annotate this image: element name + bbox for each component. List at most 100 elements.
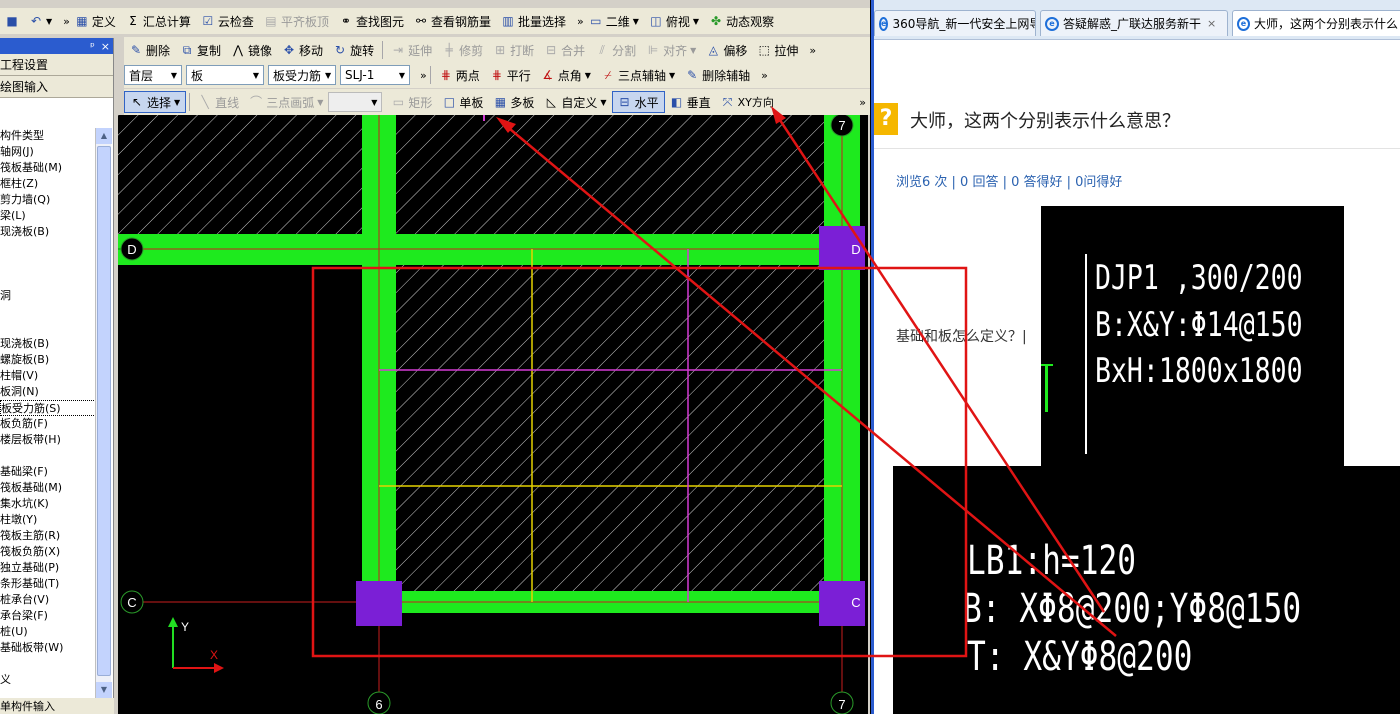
tree-item[interactable] [0,320,96,336]
element-type-select[interactable]: 板 ▼ [186,65,264,85]
tree-item[interactable]: 柱帽(V) [0,368,96,384]
flat-board-top-button[interactable]: ▤ 平齐板顶 [259,10,334,32]
trim-button[interactable]: ╪ 修剪 [437,39,488,61]
tree-item[interactable]: 集水坑(K) [0,496,96,512]
category-select[interactable]: 板受力筋 ▼ [268,65,336,85]
tree-item[interactable] [0,256,96,272]
break-button[interactable]: ⊞ 打断 [488,39,539,61]
tree-item[interactable]: 基础梁(F) [0,464,96,480]
tree-item[interactable] [0,448,96,464]
scroll-up-button[interactable]: ▲ [96,128,112,144]
browser-tab-glodon[interactable]: e 答疑解惑_广联达服务新干 × [1040,10,1228,36]
select-button[interactable]: ↖ 选择 ▼ [124,91,187,113]
offset-button[interactable]: ◬ 偏移 [701,39,752,61]
drawing-input-section[interactable]: 绘图输入 [0,76,113,98]
attached-image-slab[interactable]: LB1:h=120 B: XΦ8@200;YΦ8@150 T: X&YΦ8@20… [893,466,1400,714]
find-element-button[interactable]: ⚭ 查找图元 [334,10,409,32]
tree-item[interactable]: 桩承台(V) [0,592,96,608]
tree-item[interactable]: 现浇板(B) [0,336,96,352]
pin-button[interactable]: ᵖ [90,40,95,53]
define-button[interactable]: ▦ 定义 [70,10,121,32]
slab-main[interactable] [396,265,824,591]
extend-button[interactable]: ⇥ 延伸 [386,39,437,61]
toolbar-more-button-4[interactable]: » [420,69,427,82]
project-settings-section[interactable]: 工程设置 [0,54,113,76]
toolbar-more-button-3[interactable]: » [809,44,816,57]
toolbar-more-button-5[interactable]: » [761,69,768,82]
tree-item[interactable]: 剪力墙(Q) [0,192,96,208]
toolbar-more-button-6[interactable]: » [859,96,866,109]
tree-item[interactable] [0,304,96,320]
align-dropdown[interactable]: ⊫ 对齐 ▼ [641,39,701,61]
single-board-button[interactable]: □ 单板 [437,91,488,113]
floor-select[interactable]: 首层 ▼ [124,65,182,85]
slab-top-left[interactable] [118,115,362,234]
rotate-button[interactable]: ↻ 旋转 [328,39,379,61]
line-button[interactable]: ╲ 直线 [193,91,244,113]
delete-button[interactable]: ✎ 删除 [124,39,175,61]
sum-calc-button[interactable]: Σ 汇总计算 [121,10,196,32]
tree-item[interactable]: 楼层板带(H) [0,432,96,448]
tab-close-icon[interactable]: × [1207,17,1216,30]
tree-item[interactable]: 桩(U) [0,624,96,640]
element-name-select[interactable]: SLJ-1 ▼ [340,65,410,85]
merge-button[interactable]: ⊟ 合并 [539,39,590,61]
view-2d-dropdown[interactable]: ▭ 二维 ▼ [584,10,644,32]
browser-tab-360[interactable]: e 360导航_新一代安全上网导 × [874,10,1036,36]
scroll-thumb[interactable] [97,146,111,676]
scroll-down-button[interactable]: ▼ [96,682,112,698]
tree-item[interactable]: 洞 [0,288,96,304]
tree-item[interactable]: 板负筋(F) [0,416,96,432]
tree-item[interactable]: 筏板基础(M) [0,480,96,496]
tree-item[interactable]: 独立基础(P) [0,560,96,576]
dynamic-view-button[interactable]: ✤ 动态观察 [704,10,779,32]
tree-item[interactable]: 条形基础(T) [0,576,96,592]
tree-item[interactable]: 螺旋板(B) [0,352,96,368]
attached-image-foundation[interactable]: DJP1 ,300/200 B:X&Y:Φ14@150 BxH:1800x180… [1041,206,1344,468]
drawing-canvas[interactable]: D C D C 6 7 7 Y X [118,113,868,714]
panel-close-button[interactable]: × [101,40,110,53]
arc-dropdown[interactable]: ⌒ 三点画弧 ▼ [244,91,328,113]
drawing-svg[interactable]: D C D C 6 7 7 Y X [118,113,868,714]
view-top-dropdown[interactable]: ◫ 俯视 ▼ [644,10,704,32]
undo-button[interactable]: ↶ ▼ [24,10,57,32]
tree-item[interactable]: 承台梁(F) [0,608,96,624]
horizontal-button[interactable]: ⊟ 水平 [611,91,665,113]
tree-item[interactable]: 现浇板(B) [0,224,96,240]
point-angle-aux-dropdown[interactable]: ∡ 点角 ▼ [536,64,596,86]
delete-aux-button[interactable]: ✎ 删除辅轴 [680,64,755,86]
toolbar-more-button[interactable]: » [63,15,70,28]
tree-item[interactable]: 筏板基础(M) [0,160,96,176]
question-stats[interactable]: 浏览6 次 | 0 回答 | 0 答得好 | 0问得好 [896,171,1122,190]
custom-dropdown[interactable]: ◺ 自定义 ▼ [539,91,611,113]
single-component-input-tab[interactable]: 单构件输入 [0,698,114,714]
tree-item[interactable] [0,272,96,288]
tree-item[interactable]: 构件类型 [0,128,96,144]
browser-tab-question[interactable]: e 大师，这两个分别表示什么 [1232,10,1400,36]
tree-scrollbar[interactable]: ▲ ▼ [95,128,112,698]
xy-direction-button[interactable]: ⤧ XY方向 [716,91,779,113]
arc-mode-select[interactable]: ▼ [328,92,383,112]
cloud-check-button[interactable]: ☑ 云检查 [196,10,259,32]
mirror-button[interactable]: ⋀ 镜像 [226,39,277,61]
split-button[interactable]: ⫽ 分割 [590,39,641,61]
tree-item[interactable]: 轴网(J) [0,144,96,160]
view-rebar-button[interactable]: ⚯ 查看钢筋量 [409,10,496,32]
rectangle-button[interactable]: ▭ 矩形 [386,91,437,113]
move-button[interactable]: ✥ 移动 [277,39,328,61]
column-bottom-left[interactable] [356,581,402,626]
tree-item[interactable]: 梁(L) [0,208,96,224]
tree-item[interactable]: 基础板带(W) [0,640,96,656]
tree-item[interactable]: 柱墩(Y) [0,512,96,528]
three-point-aux-dropdown[interactable]: ⌿ 三点辅轴 ▼ [596,64,680,86]
tree-item[interactable]: 板洞(N) [0,384,96,400]
tree-item[interactable]: 筏板负筋(X) [0,544,96,560]
parallel-aux-button[interactable]: ⋕ 平行 [485,64,536,86]
slab-top-middle[interactable] [396,115,824,234]
stretch-button[interactable]: ⬚ 拉伸 [752,39,803,61]
vertical-button[interactable]: ◧ 垂直 [665,91,716,113]
copy-button[interactable]: ⧉ 复制 [175,39,226,61]
toolbar-more-button-2[interactable]: » [577,15,584,28]
tree-item[interactable]: 义 [0,672,96,688]
tree-item[interactable] [0,240,96,256]
